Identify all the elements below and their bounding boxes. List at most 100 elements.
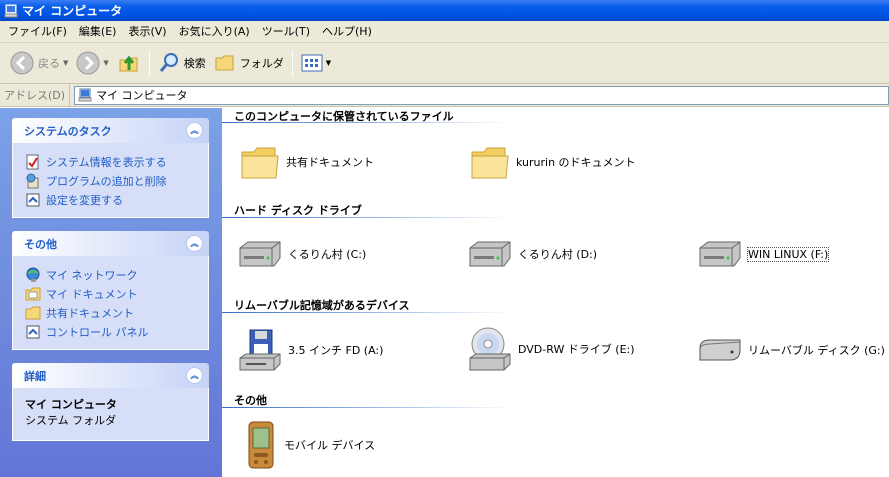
mobile-device-item[interactable]: モバイル デバイス — [244, 420, 375, 470]
view-grid-icon — [301, 54, 323, 72]
shared-documents-item[interactable]: 共有ドキュメント — [240, 144, 374, 180]
address-input[interactable]: マイ コンピュータ — [74, 85, 889, 105]
my-documents-link[interactable]: マイ ドキュメント — [25, 284, 198, 303]
task-pane: システムのタスク ︽ システム情報を表示する プログラムの追加と削除 設定を変更… — [0, 108, 222, 477]
menu-bar: ファイル(F) 編集(E) 表示(V) お気に入り(A) ツール(T) ヘルプ(… — [0, 21, 889, 43]
folders-label: フォルダ — [239, 57, 284, 70]
folder-icon — [215, 55, 234, 71]
details-body: マイ コンピュータ システム フォルダ — [12, 388, 209, 441]
floppy-drive-icon — [236, 328, 282, 372]
menu-help[interactable]: ヘルプ(H) — [316, 21, 378, 43]
add-remove-programs-label: プログラムの追加と削除 — [46, 174, 167, 188]
details-name: マイ コンピュータ — [25, 398, 117, 411]
other-places-box: その他 ︽ マイ ネットワーク マイ ドキュメント 共有ドキュメント コントロー… — [12, 231, 209, 350]
other-places-body: マイ ネットワーク マイ ドキュメント 共有ドキュメント コントロール パネル — [12, 256, 209, 350]
toolbar-separator — [148, 50, 150, 76]
system-tasks-title: システムのタスク — [24, 124, 112, 138]
up-folder-button[interactable] — [113, 48, 145, 78]
other-places-title: その他 — [24, 237, 57, 251]
shared-documents-link[interactable]: 共有ドキュメント — [25, 303, 198, 322]
collapse-chevron-icon[interactable]: ︽ — [186, 122, 203, 139]
folder-icon — [470, 144, 510, 180]
address-bar: アドレス(D) マイ コンピュータ — [0, 83, 889, 107]
floppy-drive-item[interactable]: 3.5 インチ FD (A:) — [236, 328, 383, 372]
my-documents-label: マイ ドキュメント — [46, 287, 138, 301]
back-label: 戻る — [38, 57, 60, 70]
hard-drive-icon — [696, 240, 742, 268]
removable-disk-icon — [696, 336, 742, 364]
view-system-info-label: システム情報を表示する — [46, 155, 167, 169]
back-arrow-icon — [10, 51, 34, 75]
system-tasks-body: システム情報を表示する プログラムの追加と削除 設定を変更する — [12, 143, 209, 218]
view-dropdown-icon[interactable]: ▼ — [326, 59, 331, 67]
details-box: 詳細 ︽ マイ コンピュータ システム フォルダ — [12, 363, 209, 441]
group-header-hard-disks: ハード ディスク ドライブ — [234, 204, 362, 217]
search-icon — [159, 53, 178, 72]
content-pane: このコンピュータに保管されているファイル 共有ドキュメント kururin のド… — [222, 108, 889, 477]
network-globe-icon — [26, 267, 40, 282]
control-panel-icon — [26, 325, 40, 338]
menu-view[interactable]: 表示(V) — [122, 21, 172, 43]
menu-favorites[interactable]: お気に入り(A) — [173, 21, 256, 43]
hard-drive-icon — [236, 240, 282, 268]
folder-icon — [25, 306, 41, 319]
control-panel-link[interactable]: コントロール パネル — [25, 322, 198, 341]
shared-documents-label: 共有ドキュメント — [46, 306, 134, 320]
dvd-drive-icon — [466, 326, 512, 372]
my-computer-icon — [78, 88, 92, 102]
title-bar[interactable]: マイ コンピュータ — [0, 0, 889, 21]
my-network-link[interactable]: マイ ネットワーク — [25, 265, 198, 284]
system-tasks-box: システムのタスク ︽ システム情報を表示する プログラムの追加と削除 設定を変更… — [12, 118, 209, 218]
folder-icon — [25, 287, 41, 300]
group-divider — [222, 407, 512, 408]
mobile-device-icon — [244, 420, 278, 470]
add-remove-programs-link[interactable]: プログラムの追加と削除 — [25, 171, 198, 190]
drive-d-label: くるりん村 (D:) — [518, 248, 598, 261]
floppy-drive-label: 3.5 インチ FD (A:) — [288, 344, 384, 357]
shared-documents-item-label: 共有ドキュメント — [286, 156, 374, 169]
kururin-documents-item-label: kururin のドキュメント — [516, 156, 636, 169]
control-panel-label: コントロール パネル — [46, 325, 149, 339]
view-menu-button[interactable]: ▼ — [297, 48, 335, 78]
system-tasks-header[interactable]: システムのタスク ︽ — [12, 118, 209, 143]
kururin-documents-item[interactable]: kururin のドキュメント — [470, 144, 636, 180]
my-computer-icon — [4, 4, 18, 17]
forward-button[interactable]: ▼ — [72, 48, 112, 78]
group-header-other: その他 — [234, 394, 267, 407]
collapse-chevron-icon[interactable]: ︽ — [186, 367, 203, 384]
back-dropdown-icon[interactable]: ▼ — [63, 59, 68, 67]
back-button[interactable]: 戻る ▼ — [6, 48, 72, 78]
address-value: マイ コンピュータ — [96, 89, 188, 102]
collapse-chevron-icon[interactable]: ︽ — [186, 235, 203, 252]
menu-file[interactable]: ファイル(F) — [2, 21, 73, 43]
folders-button[interactable]: フォルダ — [210, 48, 288, 78]
forward-arrow-icon — [76, 51, 100, 75]
drive-c-item[interactable]: くるりん村 (C:) — [236, 240, 366, 268]
dvd-drive-item[interactable]: DVD-RW ドライブ (E:) — [466, 326, 635, 372]
removable-disk-label: リムーバブル ディスク (G:) — [748, 344, 885, 357]
folder-icon — [240, 144, 280, 180]
hard-drive-icon — [466, 240, 512, 268]
drive-d-item[interactable]: くるりん村 (D:) — [466, 240, 597, 268]
details-type: システム フォルダ — [25, 414, 117, 427]
control-panel-icon — [26, 193, 40, 206]
search-button[interactable]: 検索 — [154, 48, 210, 78]
change-settings-link[interactable]: 設定を変更する — [25, 190, 198, 209]
view-system-info-link[interactable]: システム情報を表示する — [25, 152, 198, 171]
add-remove-programs-icon — [26, 173, 39, 188]
group-divider — [222, 312, 512, 313]
menu-edit[interactable]: 編集(E) — [73, 21, 123, 43]
group-divider — [222, 122, 512, 123]
details-title: 詳細 — [24, 369, 46, 383]
removable-disk-item[interactable]: リムーバブル ディスク (G:) — [696, 336, 885, 364]
dvd-drive-label: DVD-RW ドライブ (E:) — [518, 343, 635, 356]
details-header[interactable]: 詳細 ︽ — [12, 363, 209, 388]
group-header-removable: リムーバブル記憶域があるデバイス — [234, 299, 410, 312]
search-label: 検索 — [183, 57, 206, 70]
forward-dropdown-icon[interactable]: ▼ — [103, 59, 108, 67]
toolbar-separator — [291, 50, 293, 76]
menu-tools[interactable]: ツール(T) — [256, 21, 316, 43]
other-places-header[interactable]: その他 ︽ — [12, 231, 209, 256]
drive-f-item[interactable]: WIN LINUX (F:) — [696, 240, 830, 268]
drive-f-label: WIN LINUX (F:) — [746, 246, 830, 262]
